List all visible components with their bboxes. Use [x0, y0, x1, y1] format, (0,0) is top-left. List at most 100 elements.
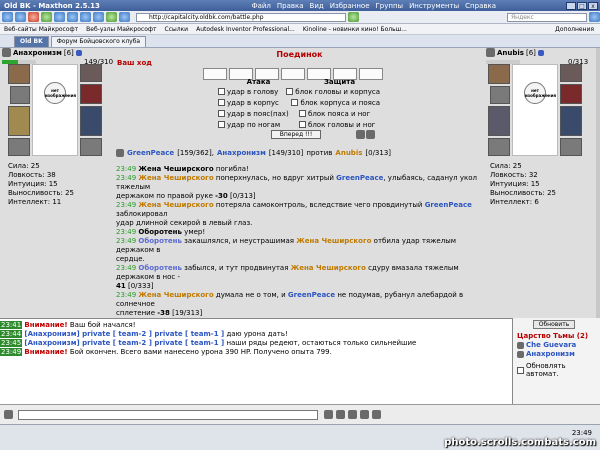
sound-icon[interactable]: [372, 410, 381, 419]
attack-body-option[interactable]: удар в корпус: [218, 99, 291, 107]
fav-link[interactable]: Веб-узлы Майкрософт: [86, 26, 156, 33]
search-input[interactable]: Яндекс: [507, 12, 587, 22]
send-icon[interactable]: [336, 410, 345, 419]
page-scrollbar[interactable]: [596, 48, 600, 318]
log-text: думала не о том, и: [213, 291, 288, 299]
fav-link[interactable]: Autodesk Inventor Professional...: [196, 26, 295, 33]
log-entry: 23:49 Жена Чеширского погибла!: [116, 165, 489, 174]
attack-head-option[interactable]: удар в голову: [218, 88, 286, 96]
attack-legs-option[interactable]: удар по ногам: [218, 121, 299, 129]
refresh-icon[interactable]: [41, 12, 52, 22]
right-player-name[interactable]: Anubis: [497, 49, 524, 57]
log-entry: 23:49 Оборотень закашлялся, и неустрашим…: [116, 237, 489, 255]
menu-edit[interactable]: Правка: [277, 2, 304, 10]
info-icon[interactable]: [537, 49, 544, 56]
defense-body-waist-option[interactable]: блок корпуса и пояса: [291, 99, 380, 107]
fav-link[interactable]: Ссылки: [165, 26, 189, 33]
right-stats: Сила: 25 Ловкость: 32 Интуиция: 15 Вынос…: [490, 162, 556, 207]
belt-slot: [560, 106, 582, 136]
log-text: -30: [215, 192, 228, 200]
stop-icon[interactable]: [28, 12, 39, 22]
defense-head-body-option[interactable]: блок головы и корпуса: [286, 88, 380, 96]
log-text: 23:41: [0, 321, 23, 329]
auto-refresh-option[interactable]: Обновлять автомат.: [517, 362, 600, 378]
menu-help[interactable]: Справка: [465, 2, 496, 10]
favorites-icon[interactable]: [67, 12, 78, 22]
search-icon[interactable]: [589, 12, 600, 22]
minimize-button[interactable]: _: [566, 1, 576, 10]
log-text: GreenPeace: [424, 201, 472, 209]
defense-radio[interactable]: [299, 110, 306, 117]
member-row[interactable]: Анахронизм: [517, 350, 575, 358]
print-icon[interactable]: [106, 12, 117, 22]
left-player-name[interactable]: Анахронизм: [13, 49, 62, 57]
defense-radio[interactable]: [299, 121, 306, 128]
defense-head-legs-option[interactable]: блок головы и ног: [299, 121, 380, 129]
fav-link[interactable]: Kinoline - новинки кино! Больш...: [303, 26, 407, 33]
history-icon[interactable]: [80, 12, 91, 22]
chat-input[interactable]: [18, 410, 318, 420]
info-icon[interactable]: [75, 49, 82, 56]
member-row[interactable]: Che Guevara: [517, 341, 576, 349]
helmet-slot: [488, 64, 510, 84]
amulet-slot: [490, 86, 510, 104]
attack-waist-option[interactable]: удар в пояс(пах): [218, 110, 299, 118]
participant-name[interactable]: GreenPeace: [127, 149, 174, 157]
menu-groups[interactable]: Группы: [376, 2, 404, 10]
refresh-button[interactable]: Обновить: [533, 320, 575, 329]
chat-toolbar: [0, 404, 600, 424]
log-text: Оборотень: [138, 237, 182, 245]
right-no-image-badge: нет изображения: [524, 82, 556, 104]
log-text: забылся, и тут продвинутая: [181, 264, 291, 272]
defense-radio[interactable]: [286, 88, 294, 95]
forward-icon[interactable]: [15, 12, 26, 22]
log-text: даю урона дать!: [224, 330, 288, 338]
attack-checkbox[interactable]: [218, 99, 225, 106]
log-entry: держаком по правой руке -30 [0/313]: [116, 192, 489, 201]
participant-name[interactable]: Анахронизм: [217, 149, 266, 157]
menu-file[interactable]: Файл: [252, 2, 271, 10]
back-icon[interactable]: [2, 12, 13, 22]
smiley-icon[interactable]: [324, 410, 333, 419]
attack-checkbox[interactable]: [218, 121, 225, 128]
fight-button[interactable]: Вперед !!!: [271, 130, 321, 139]
auto-refresh-checkbox[interactable]: [517, 366, 524, 374]
participant-hp: [0/313]: [365, 149, 392, 157]
fav-link[interactable]: Веб-сайты Майкрософт: [4, 26, 78, 33]
favorites-bar: Веб-сайты Майкрософт Веб-узлы Майкрософт…: [0, 24, 600, 35]
chat-icon[interactable]: [4, 410, 13, 419]
log-text: сердце.: [116, 255, 145, 263]
defense-waist-legs-option[interactable]: блок пояса и ног: [299, 110, 380, 118]
filter-icon[interactable]: [360, 410, 369, 419]
tab-oldbk[interactable]: Old BK: [14, 36, 49, 47]
address-input[interactable]: http://capitalcity.oldbk.com/battle.php: [136, 12, 346, 22]
log-text: закашлялся, и неустрашимая: [181, 237, 297, 245]
clear-icon[interactable]: [348, 410, 357, 419]
close-button[interactable]: x: [588, 1, 598, 10]
participant-name[interactable]: Anubis: [335, 149, 362, 157]
mail-icon[interactable]: [93, 12, 104, 22]
attack-checkbox[interactable]: [218, 110, 225, 117]
realm-title: Царство Тьмы (2): [517, 332, 589, 340]
home-icon[interactable]: [54, 12, 65, 22]
belt-slot: [80, 106, 102, 136]
log-text: GreenPeace: [287, 291, 336, 299]
fav-link[interactable]: Дополнения: [555, 26, 600, 33]
tools-icon[interactable]: [119, 12, 130, 22]
settings-icon[interactable]: [366, 130, 375, 139]
log-entry: 41 [0/333]: [116, 282, 489, 291]
maximize-button[interactable]: □: [577, 1, 587, 10]
menu-view[interactable]: Вид: [310, 2, 324, 10]
member-name[interactable]: Che Guevara: [526, 341, 576, 349]
tab-forum[interactable]: Форум Бойцовского клуба: [50, 36, 147, 47]
defense-radio[interactable]: [291, 99, 299, 106]
log-text: потеряла самоконтроль, вследствие чего п…: [213, 201, 425, 209]
go-icon[interactable]: [348, 12, 359, 22]
menu-favorites[interactable]: Избранное: [330, 2, 370, 10]
member-name[interactable]: Анахронизм: [526, 350, 575, 358]
menu-tools[interactable]: Инструменты: [409, 2, 459, 10]
log-text: 23:49: [116, 264, 139, 272]
refresh-icon[interactable]: [356, 130, 365, 139]
online-panel: Обновить Царство Тьмы (2) Che Guevara Ан…: [512, 318, 600, 404]
attack-checkbox[interactable]: [218, 88, 225, 95]
